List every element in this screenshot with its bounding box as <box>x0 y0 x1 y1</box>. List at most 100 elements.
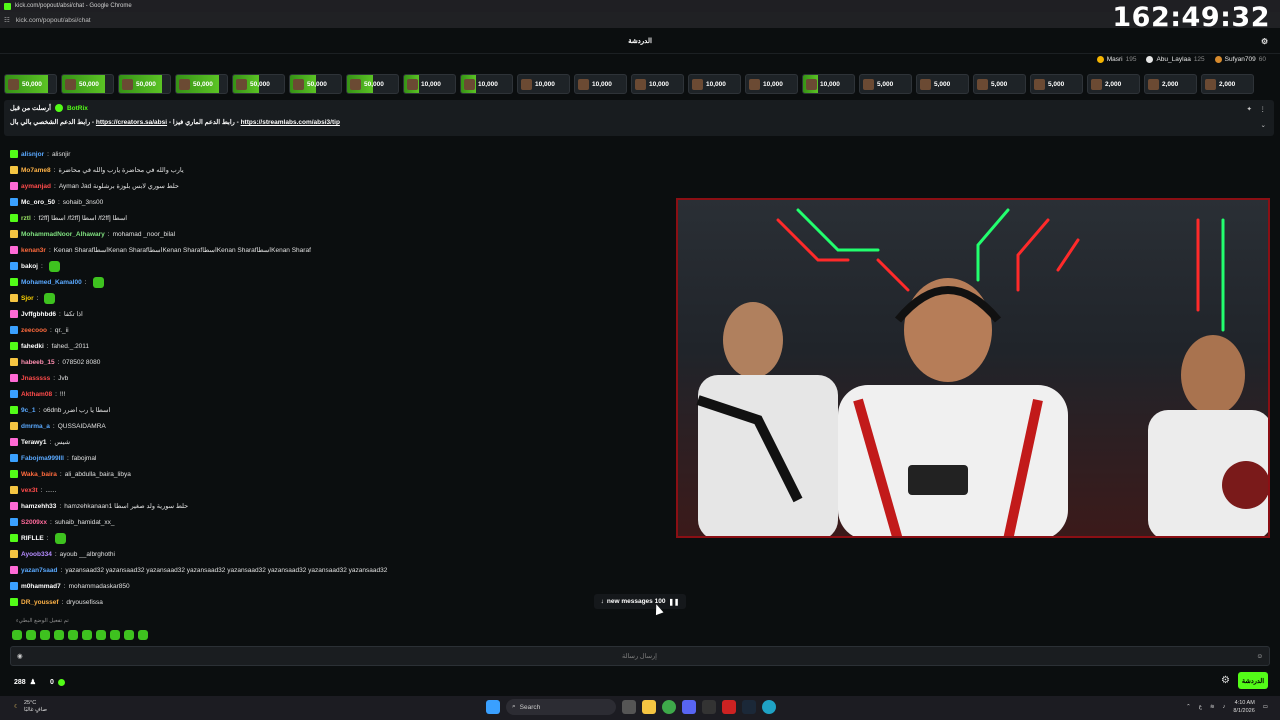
chat-username[interactable]: RIFLLE <box>21 535 44 542</box>
chat-username[interactable]: Terawy1 <box>21 439 47 446</box>
chat-username[interactable]: DR_youssef <box>21 599 59 606</box>
chevron-down-icon[interactable]: ⌄ <box>1261 121 1266 129</box>
chat-username[interactable]: Jvffgbhbd6 <box>21 311 56 318</box>
excel-icon[interactable] <box>702 700 716 714</box>
discord-icon[interactable] <box>682 700 696 714</box>
chat-username[interactable]: Aktham08 <box>21 391 52 398</box>
chat-message[interactable]: m0hammad7: mohammadaskar850 <box>10 578 670 594</box>
more-options-icon[interactable]: ⋮ <box>1260 105 1267 113</box>
task-view-icon[interactable] <box>622 700 636 714</box>
pin-icon[interactable]: ✦ <box>1247 105 1252 113</box>
chat-message[interactable]: rztl: f2ff] اسطا /f2ff] اسطا /f2ff] اسطا <box>10 210 670 226</box>
edge-icon[interactable] <box>762 700 776 714</box>
taskbar-search[interactable]: ⌕ Search <box>506 699 616 715</box>
chat-username[interactable]: MohammadNoor_Alhawary <box>21 231 105 238</box>
chat-input[interactable]: ◉ إرسال رسالة ☺ <box>10 646 1270 666</box>
chat-username[interactable]: habeeb_15 <box>21 359 55 366</box>
pinned-author[interactable]: BotRix <box>67 105 88 112</box>
chat-settings-icon[interactable]: ⚙ <box>1261 37 1270 46</box>
language-indicator[interactable]: ع <box>1199 704 1202 710</box>
chat-message[interactable]: kenan3r: Kenan SharafاسطاKenan Sharafاسطا… <box>10 242 670 258</box>
gift-tile[interactable]: 50,000 <box>289 74 342 94</box>
chat-message[interactable]: aymanjad: Ayman Jad حلط سوري لابس بلوزة ب… <box>10 178 670 194</box>
quick-emote-icon[interactable] <box>110 630 120 640</box>
steam-icon[interactable] <box>742 700 756 714</box>
chat-message[interactable]: DR_youssef: dryousefissa <box>10 594 670 610</box>
file-explorer-icon[interactable] <box>642 700 656 714</box>
chat-username[interactable]: bakoj <box>21 263 38 270</box>
smiley-icon[interactable]: ☺ <box>1256 653 1263 660</box>
address-bar[interactable]: ☷ kick.com/popout/absi/chat <box>0 12 1280 28</box>
chat-message[interactable]: 9c_1: o6dnb اسطا يا رب اضرر <box>10 402 670 418</box>
chat-message[interactable]: Mc_oro_50: sohaib_3ns00 <box>10 194 670 210</box>
volume-icon[interactable]: ♪ <box>1223 704 1226 710</box>
chat-message[interactable]: Mo7ame8: يارب والله في محاضرة يارب والله … <box>10 162 670 178</box>
gift-tile[interactable]: 10,000 <box>403 74 456 94</box>
gift-tile[interactable]: 2,000 <box>1144 74 1197 94</box>
gift-tile[interactable]: 50,000 <box>346 74 399 94</box>
chat-username[interactable]: yazan7saad <box>21 567 58 574</box>
chevron-up-icon[interactable]: ⌃ <box>1186 704 1191 710</box>
chat-username[interactable]: vex3t <box>21 487 38 494</box>
wifi-icon[interactable]: ≋ <box>1210 704 1215 710</box>
leader-entry[interactable]: Masri 195 <box>1096 56 1136 63</box>
quick-emote-icon[interactable] <box>82 630 92 640</box>
chat-message[interactable]: Ayoob334: ayoub __albrghothi <box>10 546 670 562</box>
chat-username[interactable]: Sjor <box>21 295 34 302</box>
chat-message[interactable]: Mohamed_Kamal00: <box>10 274 670 290</box>
gift-tile[interactable]: 2,000 <box>1087 74 1140 94</box>
gift-tile[interactable]: 10,000 <box>688 74 741 94</box>
chat-message[interactable]: habeeb_15:078502 8080 <box>10 354 670 370</box>
gift-tile[interactable]: 10,000 <box>745 74 798 94</box>
pinned-link-creators[interactable]: https://creators.sa/absi <box>96 119 167 126</box>
quick-emote-icon[interactable] <box>54 630 64 640</box>
chat-username[interactable]: Jnasssss <box>21 375 50 382</box>
chat-username[interactable]: rztl <box>21 215 31 222</box>
notification-icon[interactable]: ▭ <box>1263 704 1268 710</box>
chat-username[interactable]: Mohamed_Kamal00 <box>21 279 82 286</box>
chat-send-button[interactable]: الدردشة <box>1238 672 1268 689</box>
chat-message[interactable]: MohammadNoor_Alhawary: mohamad _noor_bila… <box>10 226 670 242</box>
quick-emote-icon[interactable] <box>12 630 22 640</box>
gift-tile[interactable]: 50,000 <box>61 74 114 94</box>
quick-emote-icon[interactable] <box>124 630 134 640</box>
weather-widget[interactable]: ☾ 25°C صافٍ غالبًا <box>14 700 47 714</box>
chat-message[interactable]: Aktham08:!!! <box>10 386 670 402</box>
gear-icon[interactable]: ⚙ <box>1221 675 1230 686</box>
chat-message[interactable]: alisnjor: alisnjir <box>10 146 670 162</box>
windows-start-icon[interactable] <box>486 700 500 714</box>
emote-picker-icon[interactable]: ◉ <box>17 652 23 660</box>
leader-entry[interactable]: Abu_Laylaa 125 <box>1146 56 1205 63</box>
chrome-icon[interactable] <box>662 700 676 714</box>
gift-tile[interactable]: 10,000 <box>631 74 684 94</box>
url-text[interactable]: kick.com/popout/absi/chat <box>16 17 91 24</box>
quick-emote-icon[interactable] <box>26 630 36 640</box>
chat-username[interactable]: dmrma_a <box>21 423 50 430</box>
taskbar-clock[interactable]: 4:10 AM 8/1/2026 <box>1233 699 1254 715</box>
leader-entry[interactable]: Sufyan709 60 <box>1214 56 1266 63</box>
chat-message[interactable]: dmrma_a: QUSSAIDAMRA <box>10 418 670 434</box>
gift-tile[interactable]: 50,000 <box>4 74 57 94</box>
chat-username[interactable]: zeecooo <box>21 327 47 334</box>
chat-message[interactable]: Sjor: <box>10 290 670 306</box>
chat-message[interactable]: fahedki: fahed._.2011 <box>10 338 670 354</box>
site-info-icon[interactable]: ☷ <box>4 16 10 24</box>
chat-username[interactable]: S2009xx <box>21 519 47 526</box>
chat-username[interactable]: 9c_1 <box>21 407 35 414</box>
gift-tile[interactable]: 5,000 <box>859 74 912 94</box>
chat-username[interactable]: kenan3r <box>21 247 46 254</box>
chat-input-placeholder[interactable]: إرسال رسالة <box>622 652 657 660</box>
chat-username[interactable]: fahedki <box>21 343 44 350</box>
app-icon[interactable] <box>722 700 736 714</box>
quick-emote-icon[interactable] <box>138 630 148 640</box>
chat-username[interactable]: Ayoob334 <box>21 551 52 558</box>
chat-username[interactable]: Waka_baira <box>21 471 57 478</box>
chat-username[interactable]: aymanjad <box>21 183 51 190</box>
gift-tile[interactable]: 10,000 <box>517 74 570 94</box>
gift-tile[interactable]: 50,000 <box>118 74 171 94</box>
chat-message[interactable]: RIFLLE: <box>10 530 670 546</box>
quick-emote-icon[interactable] <box>40 630 50 640</box>
quick-emote-icon[interactable] <box>68 630 78 640</box>
chat-username[interactable]: alisnjor <box>21 151 44 158</box>
chat-message[interactable]: Jvffgbhbd6: اذا تكفا <box>10 306 670 322</box>
